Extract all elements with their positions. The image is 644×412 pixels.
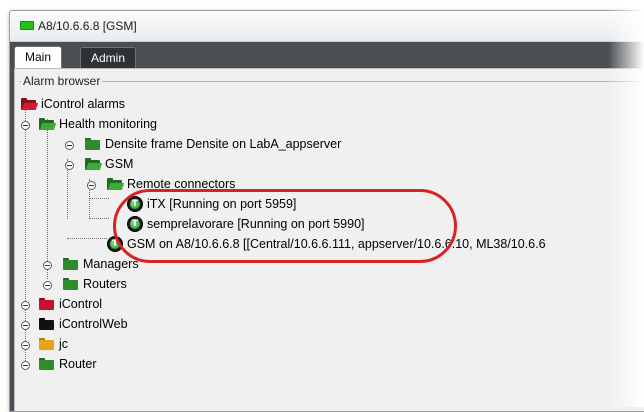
folder-icon xyxy=(63,278,79,290)
tree-node-label: iControl xyxy=(59,297,103,311)
tree-node-label: Routers xyxy=(83,277,127,291)
collapse-toggle-icon[interactable] xyxy=(21,121,30,130)
highlight-annotation-oval xyxy=(113,189,457,263)
tree-node-icontrolweb[interactable]: iControlWeb xyxy=(39,315,128,333)
tree-node-label: GSM xyxy=(105,157,134,171)
tree-line xyxy=(89,218,109,219)
tree-line xyxy=(67,238,107,239)
groupbox-divider xyxy=(19,81,644,82)
tree-node-label: iControlWeb xyxy=(59,317,128,331)
tree-line xyxy=(47,119,48,279)
folder-open-icon xyxy=(107,178,125,190)
tab-main[interactable]: Main xyxy=(14,46,63,69)
window-title: A8/10.6.6.8 [GSM] xyxy=(38,19,137,33)
groupbox-label: Alarm browser xyxy=(21,74,103,88)
expand-toggle-icon[interactable] xyxy=(43,261,52,270)
expand-toggle-icon[interactable] xyxy=(21,301,30,310)
edge-fade xyxy=(608,0,644,407)
tree-node-router[interactable]: Router xyxy=(39,355,97,373)
tree-node-routers[interactable]: Routers xyxy=(63,275,127,293)
tree-node-label: jc xyxy=(59,337,69,351)
folder-icon xyxy=(39,318,55,330)
folder-icon xyxy=(39,358,55,370)
window-titlebar[interactable]: A8/10.6.6.8 [GSM] xyxy=(10,11,644,42)
expand-toggle-icon[interactable] xyxy=(21,341,30,350)
collapse-toggle-icon[interactable] xyxy=(87,181,96,190)
tree-node-densite[interactable]: Densite frame Densite on LabA_appserver xyxy=(85,135,341,153)
tree-node-label: iControl alarms xyxy=(41,97,126,111)
tree-node-gsm[interactable]: GSM xyxy=(85,155,133,173)
expand-toggle-icon[interactable] xyxy=(21,361,30,370)
tree-line xyxy=(89,198,109,199)
tree-node-label: Router xyxy=(59,357,97,371)
folder-icon xyxy=(39,338,55,350)
folder-icon xyxy=(39,298,55,310)
tree-node-label: Densite frame Densite on LabA_appserver xyxy=(105,137,342,151)
folder-open-icon xyxy=(85,158,103,170)
tree-node-label: Health monitoring xyxy=(59,117,157,131)
status-led-icon xyxy=(20,21,34,30)
tree-node-root[interactable]: iControl alarms xyxy=(21,95,125,113)
collapse-toggle-icon[interactable] xyxy=(65,161,74,170)
folder-open-icon xyxy=(39,118,57,130)
tree-node-health[interactable]: Health monitoring xyxy=(39,115,157,133)
folder-open-icon xyxy=(21,98,39,110)
folder-icon xyxy=(63,258,79,270)
expand-toggle-icon[interactable] xyxy=(65,141,74,150)
expand-toggle-icon[interactable] xyxy=(43,281,52,290)
folder-icon xyxy=(85,138,101,150)
tree-node-jc[interactable]: jc xyxy=(39,335,68,353)
tab-admin[interactable]: Admin xyxy=(80,47,137,68)
tree-node-managers[interactable]: Managers xyxy=(63,255,139,273)
tree-node-label: Managers xyxy=(83,257,139,271)
tree-node-icontrol[interactable]: iControl xyxy=(39,295,102,313)
expand-toggle-icon[interactable] xyxy=(21,321,30,330)
